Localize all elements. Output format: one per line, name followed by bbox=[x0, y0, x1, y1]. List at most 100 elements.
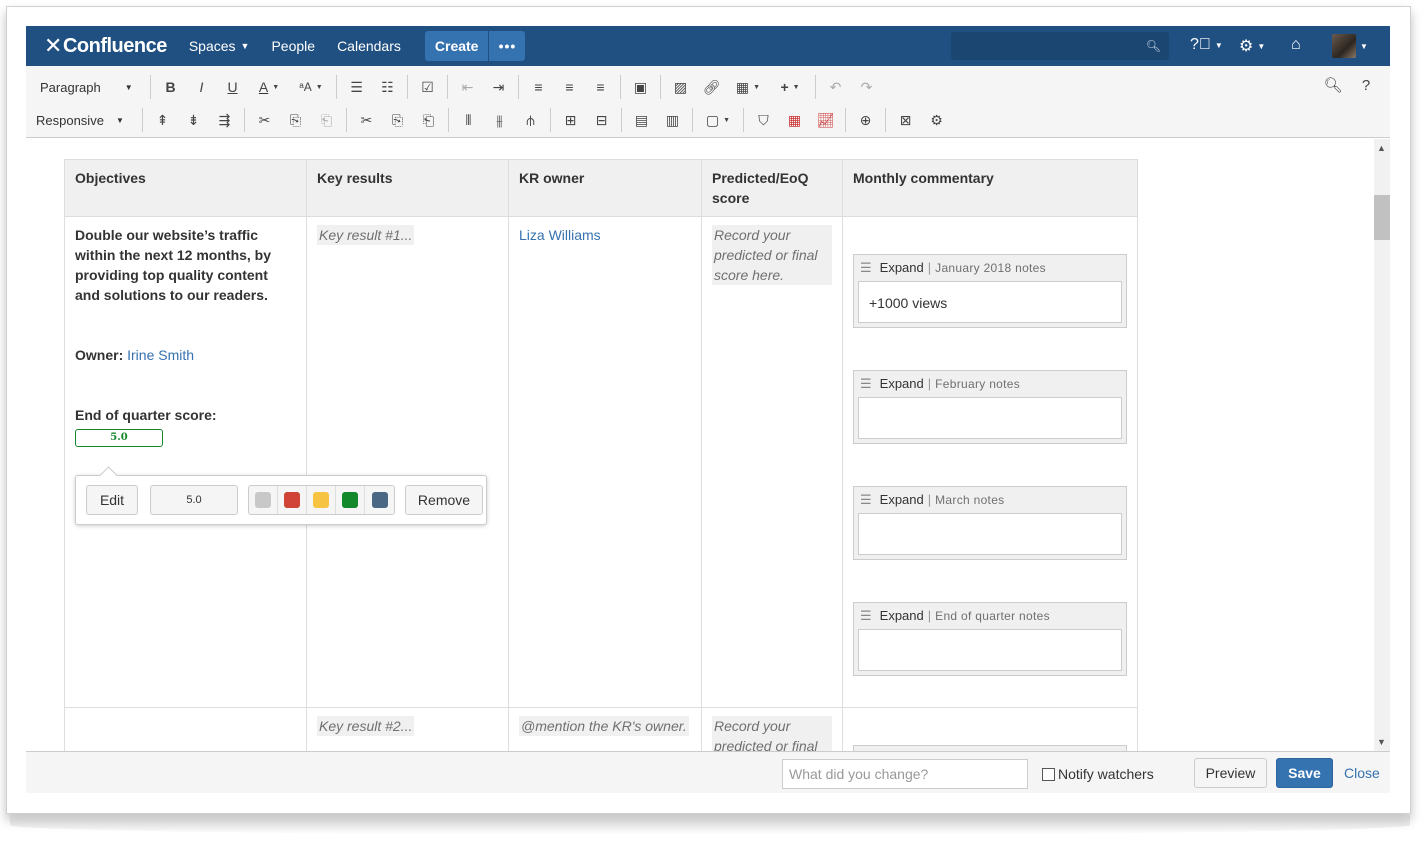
objective-cell[interactable] bbox=[64, 707, 307, 751]
expand-body[interactable]: +1000 views bbox=[858, 281, 1122, 323]
change-message-input[interactable] bbox=[782, 759, 1028, 789]
header-predicted-score[interactable]: Predicted/EoQ score bbox=[701, 159, 843, 217]
chart-from-table-button[interactable]: 📈︎ bbox=[810, 106, 841, 134]
expand-macro-march[interactable]: ☰ Expand | March notes bbox=[853, 486, 1127, 560]
insert-image-button[interactable]: ▨ bbox=[665, 73, 696, 101]
settings-menu[interactable]: ⚙ ▼ bbox=[1239, 36, 1265, 56]
paste-column-button[interactable]: ⎗ bbox=[413, 106, 444, 134]
editor-scrollbar[interactable]: ▲ ▼ bbox=[1374, 139, 1390, 751]
insert-table-button[interactable]: ▦ ▼ bbox=[727, 73, 769, 101]
header-column-button[interactable]: ▥ bbox=[657, 106, 688, 134]
monthly-commentary-cell[interactable] bbox=[842, 707, 1138, 751]
predicted-score-cell[interactable]: Record your predicted or final bbox=[701, 707, 843, 751]
swatch-red[interactable] bbox=[278, 486, 307, 514]
scrollbar-thumb[interactable] bbox=[1374, 195, 1390, 240]
header-key-results[interactable]: Key results bbox=[306, 159, 509, 217]
paragraph-style-select[interactable]: Paragraph ▼ bbox=[26, 73, 146, 101]
scroll-down-icon[interactable]: ▼ bbox=[1377, 737, 1386, 747]
editor-content[interactable]: Objectives Key results KR owner Predicte… bbox=[26, 139, 1376, 751]
expand-macro-end-of-quarter[interactable]: ☰ Expand | End of quarter notes bbox=[853, 602, 1127, 676]
kr-owner-placeholder[interactable]: @mention the KR's owner. bbox=[519, 716, 689, 736]
split-cell-button[interactable]: ⊟ bbox=[586, 106, 617, 134]
find-replace-button[interactable]: 🔍︎ bbox=[1319, 71, 1347, 99]
search-input[interactable] bbox=[951, 32, 1169, 60]
keyboard-help-button[interactable]: ? bbox=[1352, 71, 1380, 99]
underline-button[interactable]: U bbox=[217, 73, 248, 101]
paste-row-button[interactable]: ⎗ bbox=[311, 106, 342, 134]
insert-row-after-button[interactable]: ⇟ bbox=[178, 106, 209, 134]
cut-row-button[interactable]: ✂ bbox=[249, 106, 280, 134]
swatch-yellow[interactable] bbox=[307, 486, 336, 514]
insert-link-button[interactable]: 🔗︎ bbox=[696, 73, 727, 101]
insert-column-after-button[interactable]: ⫵ bbox=[484, 106, 515, 134]
cut-column-button[interactable]: ✂ bbox=[351, 106, 382, 134]
page-layout-button[interactable]: ▣ bbox=[625, 73, 656, 101]
nav-calendars[interactable]: Calendars bbox=[337, 38, 401, 54]
user-menu[interactable]: ▼ bbox=[1332, 34, 1368, 58]
expand-body[interactable] bbox=[858, 397, 1122, 439]
delete-table-button[interactable]: ⊠ bbox=[890, 106, 921, 134]
score-lozenge[interactable]: 5.0 bbox=[75, 429, 163, 447]
insert-row-before-button[interactable]: ⇞ bbox=[147, 106, 178, 134]
bold-button[interactable]: B bbox=[155, 73, 186, 101]
delete-row-button[interactable]: ⇶ bbox=[209, 106, 240, 134]
predicted-score-placeholder[interactable]: Record your predicted or final score her… bbox=[712, 225, 832, 285]
expand-header[interactable]: ☰ Expand | March notes bbox=[854, 487, 1126, 513]
score-value-field[interactable]: 5.0 bbox=[150, 485, 238, 515]
swatch-grey[interactable] bbox=[249, 486, 278, 514]
header-kr-owner[interactable]: KR owner bbox=[508, 159, 702, 217]
numbered-list-button[interactable]: ☷ bbox=[372, 73, 403, 101]
copy-column-button[interactable]: ⎘ bbox=[382, 106, 413, 134]
copy-row-button[interactable]: ⎘ bbox=[280, 106, 311, 134]
insert-more-button[interactable]: + ▼ bbox=[769, 73, 811, 101]
outdent-button[interactable]: ⇤ bbox=[452, 73, 483, 101]
kr-owner-cell[interactable]: Liza Williams bbox=[508, 216, 702, 708]
more-button[interactable]: ••• bbox=[489, 31, 526, 61]
expand-header[interactable]: ☰ Expand | February notes bbox=[854, 371, 1126, 397]
expand-body[interactable] bbox=[858, 629, 1122, 671]
predicted-score-cell[interactable]: Record your predicted or final score her… bbox=[701, 216, 843, 708]
owner-mention[interactable]: Irine Smith bbox=[127, 347, 194, 363]
expand-header[interactable]: ☰ Expand | January 2018 notes bbox=[854, 255, 1126, 281]
table-transformer-button[interactable]: ⊕ bbox=[850, 106, 881, 134]
help-menu[interactable]: ?⃝ ▼ bbox=[1190, 36, 1223, 54]
task-list-button[interactable]: ☑ bbox=[412, 73, 443, 101]
objective-cell[interactable]: Double our website’s traffic within the … bbox=[64, 216, 307, 708]
expand-body[interactable] bbox=[858, 513, 1122, 555]
merge-cells-button[interactable]: ⊞ bbox=[555, 106, 586, 134]
delete-column-button[interactable]: ⫛ bbox=[515, 106, 546, 134]
notify-watchers-checkbox[interactable] bbox=[1042, 767, 1055, 781]
text-color-button[interactable]: A ▼ bbox=[248, 73, 290, 101]
predicted-score-placeholder[interactable]: Record your predicted or final bbox=[712, 716, 832, 751]
expand-macro-january[interactable]: ☰ Expand | January 2018 notes +1000 view… bbox=[853, 254, 1127, 328]
align-left-button[interactable]: ≡ bbox=[523, 73, 554, 101]
align-center-button[interactable]: ≡ bbox=[554, 73, 585, 101]
header-objectives[interactable]: Objectives bbox=[64, 159, 307, 217]
notifications-button[interactable]: ⌂ bbox=[1291, 36, 1301, 54]
table-settings-button[interactable]: ⚙ bbox=[921, 106, 952, 134]
remove-score-button[interactable]: Remove bbox=[405, 485, 483, 515]
notify-watchers[interactable]: Notify watchers bbox=[1042, 766, 1154, 782]
swatch-blue[interactable] bbox=[365, 486, 394, 514]
cell-color-button[interactable]: ▢ ▼ bbox=[697, 106, 739, 134]
nav-spaces[interactable]: Spaces ▼ bbox=[189, 38, 250, 54]
text-formatting-button[interactable]: ᵃA ▼ bbox=[290, 73, 332, 101]
edit-score-button[interactable]: Edit bbox=[86, 485, 138, 515]
undo-button[interactable]: ↶ bbox=[820, 73, 851, 101]
key-result-placeholder[interactable]: Key result #1... bbox=[317, 225, 415, 245]
key-result-cell[interactable]: Key result #2... bbox=[306, 707, 509, 751]
italic-button[interactable]: I bbox=[186, 73, 217, 101]
insert-column-before-button[interactable]: ⫴ bbox=[453, 106, 484, 134]
header-row-button[interactable]: ▤ bbox=[626, 106, 657, 134]
monthly-commentary-cell[interactable]: ☰ Expand | January 2018 notes +1000 view… bbox=[842, 216, 1138, 708]
preview-button[interactable]: Preview bbox=[1194, 758, 1267, 788]
pivot-table-button[interactable]: ▦ bbox=[779, 106, 810, 134]
scroll-up-icon[interactable]: ▲ bbox=[1377, 143, 1386, 153]
bullet-list-button[interactable]: ☰ bbox=[341, 73, 372, 101]
confluence-logo[interactable]: ✕ Confluence bbox=[44, 33, 167, 59]
close-link[interactable]: Close bbox=[1344, 765, 1380, 781]
align-right-button[interactable]: ≡ bbox=[585, 73, 616, 101]
header-monthly-commentary[interactable]: Monthly commentary bbox=[842, 159, 1138, 217]
kr-owner-cell[interactable]: @mention the KR's owner. bbox=[508, 707, 702, 751]
expand-macro-february[interactable]: ☰ Expand | February notes bbox=[853, 370, 1127, 444]
